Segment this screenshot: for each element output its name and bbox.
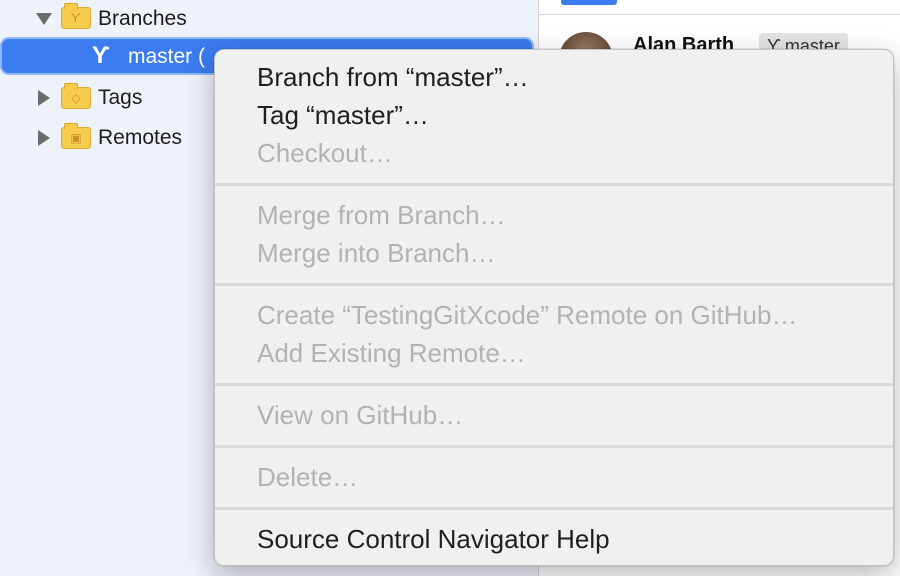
remotes-folder-icon: ▣ <box>61 123 91 149</box>
tags-folder-icon: ◇ <box>61 83 91 109</box>
remotes-label: Remotes <box>98 126 183 149</box>
menu-item-merge-into[interactable]: Merge into Branch… <box>257 235 495 271</box>
menu-item-branch-from[interactable]: Branch from “master”… <box>257 59 529 95</box>
branches-folder-icon: Ƴ <box>61 3 91 29</box>
context-menu: Branch from “master”… Tag “master”… Chec… <box>214 49 894 566</box>
disclosure-closed-icon[interactable] <box>38 130 50 146</box>
disclosure-closed-icon[interactable] <box>38 90 50 106</box>
menu-item-add-existing-remote[interactable]: Add Existing Remote… <box>257 335 526 371</box>
menu-separator <box>215 507 893 510</box>
disclosure-open-icon[interactable] <box>36 13 52 25</box>
menu-item-create-remote[interactable]: Create “TestingGitXcode” Remote on GitHu… <box>257 297 797 333</box>
branch-icon: Ƴ <box>92 42 111 69</box>
menu-item-tag[interactable]: Tag “master”… <box>257 97 429 133</box>
menu-item-help[interactable]: Source Control Navigator Help <box>257 521 610 557</box>
menu-separator <box>215 445 893 448</box>
branches-label: Branches <box>98 7 187 30</box>
menu-separator <box>215 183 893 186</box>
toolbar-strip <box>539 0 900 15</box>
menu-separator <box>215 283 893 286</box>
menu-item-delete[interactable]: Delete… <box>257 459 358 495</box>
tree-row-branches[interactable]: Ƴ Branches <box>0 0 538 38</box>
master-branch-label: master ( <box>128 45 206 68</box>
menu-item-checkout[interactable]: Checkout… <box>257 135 393 171</box>
menu-item-view-on-github[interactable]: View on GitHub… <box>257 397 463 433</box>
menu-separator <box>215 383 893 386</box>
active-tab-indicator[interactable] <box>561 0 617 5</box>
menu-item-merge-from[interactable]: Merge from Branch… <box>257 197 506 233</box>
tags-label: Tags <box>98 86 143 109</box>
